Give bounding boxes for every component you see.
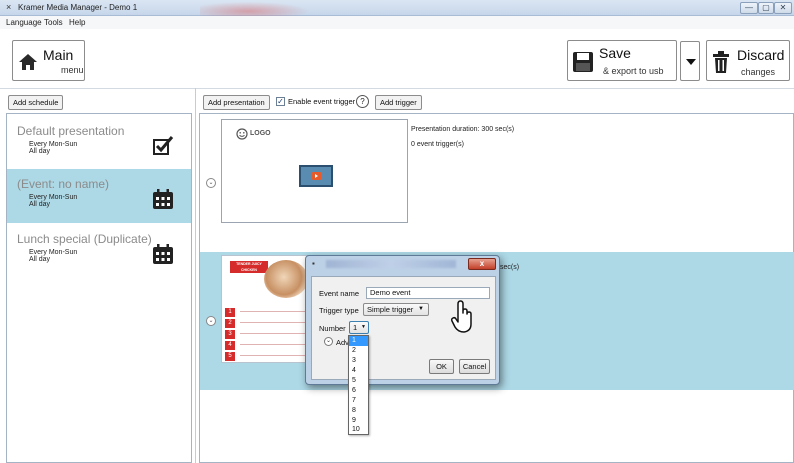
number-option[interactable]: 3 (349, 356, 368, 366)
menu-bar: Language Tools Help (0, 16, 794, 29)
main-menu-sublabel: menu (61, 65, 84, 75)
number-option[interactable]: 5 (349, 376, 368, 386)
expand-icon[interactable]: ⌄ (206, 178, 216, 188)
presentation-duration-partial: sec(s) (500, 264, 520, 271)
chevron-down-icon: ▼ (418, 306, 424, 312)
menu-number: 5 (225, 352, 235, 361)
menu-tools[interactable]: Tools (44, 18, 63, 27)
save-options-dropdown[interactable] (680, 41, 700, 81)
cancel-button[interactable]: Cancel (459, 359, 490, 374)
video-icon (299, 165, 333, 187)
schedule-hours: All day (29, 256, 51, 263)
discard-changes-button[interactable]: Discard changes (706, 40, 790, 81)
menu-number: 2 (225, 319, 235, 328)
presentation-item[interactable]: ⌄ LOGO Presentation duration: 300 sec(s)… (200, 114, 794, 249)
smiley-logo-icon (236, 128, 248, 140)
chevron-down-icon (686, 59, 696, 65)
number-option[interactable]: 4 (349, 366, 368, 376)
floppy-disk-icon (573, 52, 593, 72)
schedule-name: (Event: no name) (17, 177, 110, 191)
home-icon (19, 54, 37, 70)
maximize-button[interactable]: ▢ (758, 2, 774, 14)
schedule-list: Default presentation Every Mon-Sun All d… (6, 113, 192, 463)
checkbox-icon (153, 136, 174, 155)
window-title: Kramer Media Manager - Demo 1 (18, 3, 138, 12)
toolbar-divider (0, 88, 794, 89)
add-schedule-button[interactable]: Add schedule (8, 95, 64, 110)
title-bar-blur (200, 0, 320, 16)
title-bar: × Kramer Media Manager - Demo 1 — ▢ ✕ (0, 0, 794, 16)
menu-number: 1 (225, 308, 235, 317)
schedule-hours: All day (29, 148, 51, 155)
expand-icon[interactable]: ⌄ (206, 316, 216, 326)
number-options-list[interactable]: 1 2 3 4 5 6 7 8 9 10 (348, 335, 369, 435)
schedule-hours: All day (29, 201, 51, 208)
number-option[interactable]: 2 (349, 346, 368, 356)
schedule-days: Every Mon-Sun (29, 141, 78, 148)
event-trigger-count: 0 event trigger(s) (411, 141, 464, 148)
trigger-type-label: Trigger type (319, 306, 359, 315)
number-option[interactable]: 6 (349, 386, 368, 396)
panel-divider (195, 88, 196, 463)
menu-help[interactable]: Help (69, 18, 85, 27)
help-icon[interactable]: ? (356, 95, 369, 108)
expand-advanced-icon[interactable]: ⌄ (324, 337, 333, 346)
discard-sublabel: changes (741, 67, 776, 77)
close-button[interactable]: ✕ (774, 2, 792, 14)
schedule-item-default[interactable]: Default presentation Every Mon-Sun All d… (7, 116, 191, 170)
dialog-title-blur (326, 260, 456, 268)
number-option[interactable]: 8 (349, 406, 368, 416)
add-trigger-button[interactable]: Add trigger (375, 95, 422, 110)
number-label: Number (319, 324, 346, 333)
number-option[interactable]: 10 (349, 425, 368, 435)
event-name-input[interactable]: Demo event (366, 287, 490, 299)
schedule-name: Lunch special (Duplicate) (17, 232, 152, 246)
save-label: Save (599, 45, 631, 61)
schedule-days: Every Mon-Sun (29, 249, 78, 256)
enable-event-trigger-checkbox[interactable]: ✓ (276, 97, 285, 106)
logo-text: LOGO (250, 130, 271, 137)
number-value: 1 (353, 323, 358, 332)
calendar-icon (153, 244, 173, 264)
menu-header: TENDER JUICY CHICKEN (230, 261, 268, 273)
trash-icon (713, 51, 729, 73)
presentation-thumbnail[interactable]: TENDER JUICY CHICKEN 1 2 3 4 5 (221, 255, 311, 363)
schedule-item-event[interactable]: (Event: no name) Every Mon-Sun All day (7, 169, 191, 223)
main-menu-label: Main (43, 47, 74, 63)
menu-number: 3 (225, 330, 235, 339)
presentation-thumbnail[interactable]: LOGO (221, 119, 408, 223)
number-option[interactable]: 1 (349, 336, 368, 346)
food-image (264, 260, 308, 298)
app-icon: × (6, 2, 12, 12)
minimize-button[interactable]: — (740, 2, 758, 14)
save-sublabel: & export to usb (603, 66, 664, 76)
presentation-duration: Presentation duration: 300 sec(s) (411, 126, 515, 133)
schedule-days: Every Mon-Sun (29, 194, 78, 201)
discard-label: Discard (737, 47, 785, 63)
trigger-type-select[interactable]: Simple trigger ▼ (363, 303, 429, 316)
ok-button[interactable]: OK (429, 359, 454, 374)
chevron-down-icon: ▼ (361, 324, 366, 330)
hand-cursor-icon (450, 300, 472, 333)
dialog-icon: ▪ (312, 259, 315, 268)
number-option[interactable]: 7 (349, 396, 368, 406)
number-select[interactable]: 1 ▼ (349, 321, 369, 334)
add-presentation-button[interactable]: Add presentation (203, 95, 270, 110)
event-name-label: Event name (319, 289, 360, 298)
main-menu-button[interactable]: Main menu (12, 40, 85, 81)
dialog-close-button[interactable]: x (468, 258, 496, 270)
menu-language[interactable]: Language (6, 18, 42, 27)
calendar-icon (153, 189, 173, 209)
schedule-item-lunch[interactable]: Lunch special (Duplicate) Every Mon-Sun … (7, 224, 191, 278)
trigger-type-value: Simple trigger (367, 305, 414, 314)
enable-event-trigger-label: Enable event trigger (288, 97, 356, 106)
menu-text-lines (240, 308, 306, 360)
schedule-name: Default presentation (17, 124, 125, 138)
save-export-button[interactable]: Save & export to usb (567, 40, 677, 81)
menu-number: 4 (225, 341, 235, 350)
menu-number-column: 1 2 3 4 5 (225, 308, 235, 362)
